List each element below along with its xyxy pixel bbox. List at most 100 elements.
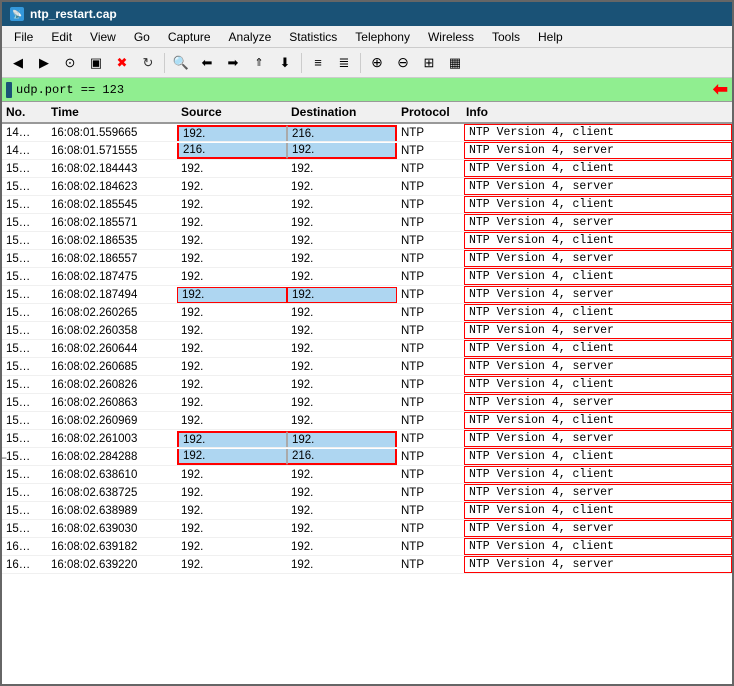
table-row[interactable]: 15…16:08:02.260685192.192.NTPNTP Version… [2,358,732,376]
cell-no: 15… [2,432,47,446]
toolbar-close[interactable]: ✖ [110,51,134,75]
cell-no: 15… [2,468,47,482]
cell-source: 192. [177,431,287,447]
cell-protocol: NTP [397,198,462,212]
table-row[interactable]: 15…16:08:02.260358192.192.NTPNTP Version… [2,322,732,340]
toolbar-down[interactable]: ⬇ [273,51,297,75]
cell-time: 16:08:02.261003 [47,432,177,446]
table-row[interactable]: 15…16:08:02.260826192.192.NTPNTP Version… [2,376,732,394]
toolbar-file[interactable]: ▣ [84,51,108,75]
table-row[interactable]: 15…16:08:02.639030192.192.NTPNTP Version… [2,520,732,538]
table-row[interactable]: 15…16:08:02.186557192.192.NTPNTP Version… [2,250,732,268]
cell-destination: 192. [287,216,397,230]
toolbar-zoom-out[interactable]: ⊖ [391,51,415,75]
table-row[interactable]: 15…16:08:02.638725192.192.NTPNTP Version… [2,484,732,502]
table-row[interactable]: 15…16:08:02.186535192.192.NTPNTP Version… [2,232,732,250]
cell-source: 192. [177,558,287,572]
toolbar-grid[interactable]: ▦ [443,51,467,75]
cell-info: NTP Version 4, server [464,520,732,537]
cell-time: 16:08:02.638725 [47,486,177,500]
cell-info: NTP Version 4, server [464,358,732,375]
table-row[interactable]: 15…16:08:02.260644192.192.NTPNTP Version… [2,340,732,358]
cell-source: 216. [177,143,287,159]
filter-input[interactable] [16,83,709,97]
table-row[interactable]: 15…16:08:02.187494192.192.NTPNTP Version… [2,286,732,304]
toolbar-target[interactable]: ⊙ [58,51,82,75]
table-row[interactable]: 15…16:08:02.261003192.192.NTPNTP Version… [2,430,732,448]
table-header: No. Time Source Destination Protocol Inf… [2,102,732,124]
table-row[interactable]: 15…16:08:02.260969192.192.NTPNTP Version… [2,412,732,430]
table-row[interactable]: 15…16:08:02.260265192.192.NTPNTP Version… [2,304,732,322]
table-row[interactable]: 14…16:08:01.559665192.216.NTPNTP Version… [2,124,732,142]
cell-destination: 192. [287,486,397,500]
cell-no: 15… [2,486,47,500]
cell-destination: 192. [287,180,397,194]
cell-no: 15… [2,396,47,410]
menu-item-telephony[interactable]: Telephony [347,28,418,46]
table-row[interactable]: 16…16:08:02.639220192.192.NTPNTP Version… [2,556,732,574]
table-row[interactable]: 15…16:08:02.638989192.192.NTPNTP Version… [2,502,732,520]
cell-protocol: NTP [397,252,462,266]
toolbar-refresh[interactable]: ↻ [136,51,160,75]
menu-item-go[interactable]: Go [126,28,158,46]
cell-protocol: NTP [397,234,462,248]
cell-source: 192. [177,252,287,266]
toolbar-zoom-in[interactable]: ⊕ [365,51,389,75]
table-row[interactable]: 15…16:08:02.184623192.192.NTPNTP Version… [2,178,732,196]
cell-protocol: NTP [397,558,462,572]
cell-no: 15… [2,288,47,302]
toolbar-list1[interactable]: ≡ [306,51,330,75]
table-row[interactable]: 15…16:08:02.184443192.192.NTPNTP Version… [2,160,732,178]
toolbar-up[interactable]: ⇑ [247,51,271,75]
table-row[interactable]: 15…16:08:02.185545192.192.NTPNTP Version… [2,196,732,214]
toolbar-sep2 [301,53,302,73]
table-row[interactable]: 16…16:08:02.639182192.192.NTPNTP Version… [2,538,732,556]
table-row[interactable]: 15…16:08:02.187475192.192.NTPNTP Version… [2,268,732,286]
cell-info: NTP Version 4, client [464,124,732,141]
toolbar-sep1 [164,53,165,73]
cell-destination: 192. [287,468,397,482]
toolbar-right[interactable]: ➡ [221,51,245,75]
cell-protocol: NTP [397,126,462,140]
menu-item-file[interactable]: File [6,28,41,46]
table-row[interactable]: 15…16:08:02.638610192.192.NTPNTP Version… [2,466,732,484]
table-row[interactable]: 14…16:08:01.571555216.192.NTPNTP Version… [2,142,732,160]
cell-info: NTP Version 4, client [464,412,732,429]
table-row[interactable]: 15…16:08:02.185571192.192.NTPNTP Version… [2,214,732,232]
bracket-icon: ⌐ [2,451,7,465]
cell-source: 192. [177,270,287,284]
cell-protocol: NTP [397,396,462,410]
cell-protocol: NTP [397,342,462,356]
cell-time: 16:08:02.185545 [47,198,177,212]
cell-no: 15… [2,234,47,248]
menu-item-view[interactable]: View [82,28,124,46]
menu-item-edit[interactable]: Edit [43,28,80,46]
cell-info: NTP Version 4, client [464,304,732,321]
toolbar-left[interactable]: ⬅ [195,51,219,75]
toolbar-forward[interactable]: ▶ [32,51,56,75]
menu-item-wireless[interactable]: Wireless [420,28,482,46]
cell-no: 15… [2,504,47,518]
toolbar-zoom-fit[interactable]: ⊞ [417,51,441,75]
cell-protocol: NTP [397,162,462,176]
toolbar: ◀ ▶ ⊙ ▣ ✖ ↻ 🔍 ⬅ ➡ ⇑ ⬇ ≡ ≣ ⊕ ⊖ ⊞ ▦ [2,48,732,78]
cell-time: 16:08:02.260644 [47,342,177,356]
cell-source: 192. [177,522,287,536]
toolbar-back[interactable]: ◀ [6,51,30,75]
cell-source: 192. [177,378,287,392]
cell-destination: 192. [287,162,397,176]
menu-item-capture[interactable]: Capture [160,28,219,46]
toolbar-search[interactable]: 🔍 [169,51,193,75]
menu-item-statistics[interactable]: Statistics [281,28,345,46]
cell-destination: 192. [287,198,397,212]
menu-item-tools[interactable]: Tools [484,28,528,46]
toolbar-list2[interactable]: ≣ [332,51,356,75]
cell-source: 192. [177,234,287,248]
cell-no: 15… [2,522,47,536]
table-row[interactable]: 15…⌐16:08:02.284288192.216.NTPNTP Versio… [2,448,732,466]
table-row[interactable]: 15…16:08:02.260863192.192.NTPNTP Version… [2,394,732,412]
menu-item-analyze[interactable]: Analyze [221,28,280,46]
cell-destination: 192. [287,360,397,374]
col-header-time: Time [47,104,177,120]
menu-item-help[interactable]: Help [530,28,571,46]
